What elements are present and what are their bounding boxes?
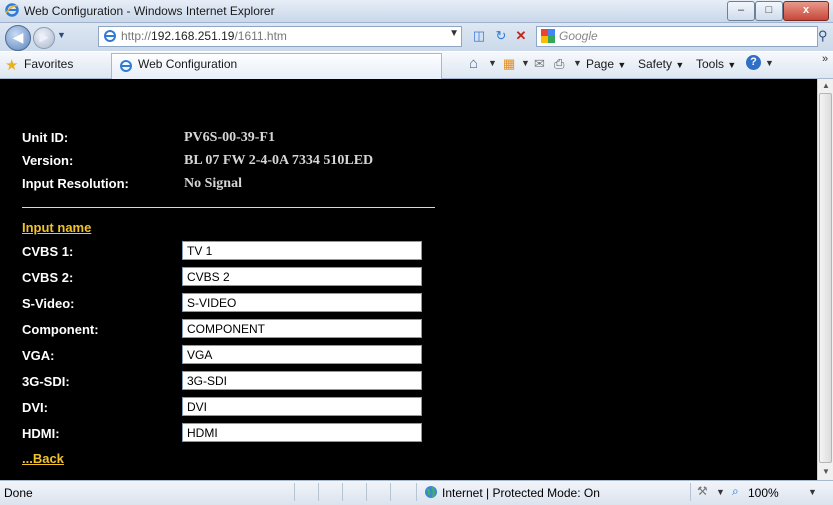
back-arrow-icon: ◀: [12, 29, 24, 45]
vga-name-input[interactable]: [182, 345, 422, 364]
scroll-thumb[interactable]: [819, 93, 832, 463]
unit-id-value: PV6S-00-39-F1: [184, 130, 275, 145]
tab-label: Web Configuration: [138, 57, 238, 71]
component-name-input[interactable]: [182, 319, 422, 338]
compatibility-view-icon[interactable]: ◫: [470, 28, 488, 45]
minimize-button[interactable]: –: [727, 1, 755, 21]
favorites-star-icon: ★: [5, 57, 19, 74]
svideo-name-input[interactable]: [182, 293, 422, 312]
vertical-scrollbar[interactable]: ▲ ▼: [817, 79, 833, 480]
refresh-icon[interactable]: ↻: [492, 28, 510, 45]
forward-button[interactable]: ▶: [33, 27, 55, 49]
mail-icon[interactable]: ✉: [534, 56, 545, 72]
print-icon[interactable]: ⎙: [554, 56, 564, 72]
input-resolution-label: Input Resolution:: [22, 176, 129, 191]
version-value: BL 07 FW 2-4-0A 7334 510LED: [184, 153, 374, 168]
feeds-icon[interactable]: ▦: [503, 56, 515, 72]
title-bar: Web Configuration - Windows Internet Exp…: [0, 0, 833, 23]
recent-pages-dropdown[interactable]: ▼: [57, 30, 66, 40]
ie-logo-icon: [5, 3, 19, 17]
unit-id-label: Unit ID:: [22, 130, 69, 145]
help-icon[interactable]: ?: [746, 55, 761, 70]
maximize-button[interactable]: □: [755, 1, 783, 21]
page-icon: [104, 30, 116, 42]
more-commands-icon[interactable]: »: [822, 53, 828, 65]
dvi-name-input[interactable]: [182, 397, 422, 416]
input-name-link[interactable]: Input name: [22, 220, 91, 235]
hdmi-name-input[interactable]: [182, 423, 422, 442]
input-resolution-value: No Signal: [184, 176, 242, 191]
protected-mode-dropdown-icon[interactable]: ▼: [716, 487, 725, 497]
svideo-label: S-Video:: [22, 296, 75, 311]
back-button[interactable]: ◀: [5, 25, 31, 51]
protected-mode-icon[interactable]: ⚒: [697, 484, 708, 498]
page-menu[interactable]: Page ▼: [586, 57, 626, 71]
print-dropdown-icon[interactable]: ▼: [573, 58, 582, 68]
3gsdi-label: 3G-SDI:: [22, 374, 70, 389]
address-dropdown-icon[interactable]: ▼: [449, 28, 459, 39]
zoom-icon[interactable]: ⌕: [732, 484, 739, 499]
tab-page-icon: [120, 60, 132, 72]
window-title: Web Configuration - Windows Internet Exp…: [24, 4, 275, 18]
safety-menu[interactable]: Safety ▼: [638, 57, 684, 71]
page-content: Unit ID: PV6S-00-39-F1 Version: BL 07 FW…: [0, 79, 817, 480]
tools-menu[interactable]: Tools ▼: [696, 57, 736, 71]
cvbs2-label: CVBS 2:: [22, 270, 74, 285]
scroll-up-icon[interactable]: ▲: [822, 81, 830, 90]
zoom-dropdown-icon[interactable]: ▼: [808, 487, 817, 497]
3gsdi-name-input[interactable]: [182, 371, 422, 390]
google-icon: [541, 29, 555, 43]
close-window-button[interactable]: x: [783, 1, 829, 21]
version-label: Version:: [22, 153, 74, 168]
cvbs1-label: CVBS 1:: [22, 244, 74, 259]
page-menu-arrow-icon: ▼: [617, 60, 627, 70]
back-link[interactable]: ...Back: [22, 451, 64, 466]
home-icon[interactable]: ⌂: [469, 55, 478, 72]
forward-arrow-icon: ▶: [39, 30, 49, 44]
component-label: Component:: [22, 322, 99, 337]
address-url: http://192.168.251.19/1611.htm: [121, 29, 287, 43]
safety-menu-arrow-icon: ▼: [675, 60, 685, 70]
help-dropdown-icon[interactable]: ▼: [765, 58, 774, 68]
tools-menu-arrow-icon: ▼: [727, 60, 737, 70]
internet-globe-icon: [425, 486, 437, 498]
cvbs1-name-input[interactable]: [182, 241, 422, 260]
search-placeholder: Google: [559, 29, 598, 43]
scroll-down-icon[interactable]: ▼: [822, 467, 830, 476]
search-icon[interactable]: ⚲: [818, 28, 828, 44]
feeds-dropdown-icon[interactable]: ▼: [521, 58, 530, 68]
vga-label: VGA:: [22, 348, 55, 363]
zoom-level[interactable]: 100%: [748, 486, 779, 500]
security-zone-text[interactable]: Internet | Protected Mode: On: [442, 486, 600, 500]
status-text: Done: [4, 486, 33, 500]
stop-icon[interactable]: ✕: [512, 28, 530, 45]
address-bar[interactable]: http://192.168.251.19/1611.htm ▼: [98, 26, 462, 47]
dvi-label: DVI:: [22, 400, 48, 415]
home-dropdown-icon[interactable]: ▼: [488, 58, 497, 68]
hdmi-label: HDMI:: [22, 426, 60, 441]
search-input[interactable]: Google: [536, 26, 818, 47]
favorites-button[interactable]: Favorites: [24, 57, 73, 71]
section-divider: [22, 207, 435, 208]
cvbs2-name-input[interactable]: [182, 267, 422, 286]
